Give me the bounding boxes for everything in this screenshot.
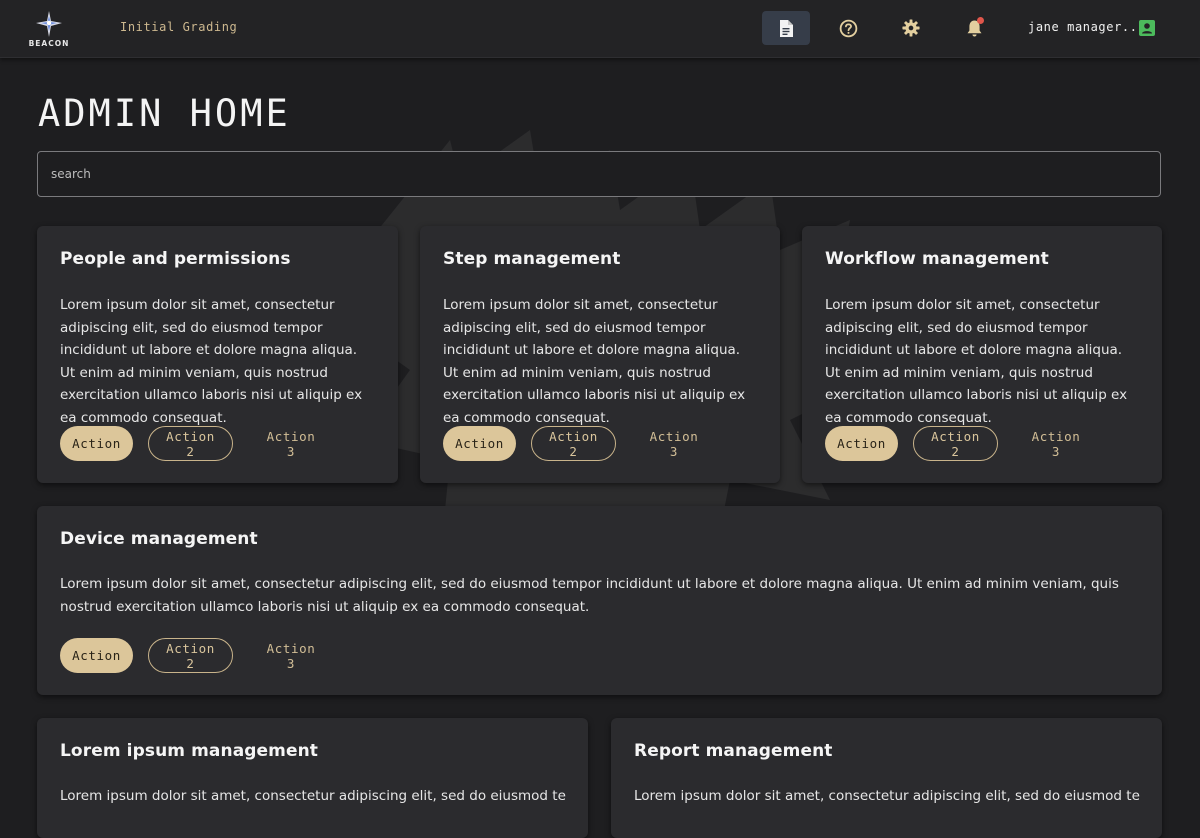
action-button[interactable]: Action <box>60 426 133 461</box>
card-actions: Action Action 2 Action 3 <box>825 426 1099 461</box>
card-title: People and permissions <box>60 249 291 269</box>
action-3-button[interactable]: Action 3 <box>1013 426 1099 461</box>
card-title: Report management <box>634 741 833 761</box>
card-description: Lorem ipsum dolor sit amet, consectetur … <box>443 297 746 426</box>
action-button[interactable]: Action <box>825 426 898 461</box>
card-actions: Action Action 2 Action 3 <box>443 426 717 461</box>
action-button[interactable]: Action <box>60 638 133 673</box>
help-button[interactable] <box>824 11 872 45</box>
settings-icon <box>902 19 920 37</box>
document-icon <box>780 19 793 37</box>
page-title: ADMIN HOME <box>38 92 291 135</box>
settings-button[interactable] <box>887 11 935 45</box>
card-actions: Action Action 2 Action 3 <box>60 638 334 673</box>
card-workflow-management: Workflow management Lorem ipsum dolor si… <box>802 226 1162 483</box>
card-description: Lorem ipsum dolor sit amet, consectetur … <box>60 788 566 804</box>
card-lorem-ipsum-management: Lorem ipsum management Lorem ipsum dolor… <box>37 718 588 838</box>
beacon-logo[interactable]: BEACON <box>28 10 70 50</box>
action-2-button[interactable]: Action 2 <box>913 426 998 461</box>
notification-dot <box>977 17 984 24</box>
action-3-button[interactable]: Action 3 <box>631 426 717 461</box>
action-button[interactable]: Action <box>443 426 516 461</box>
app-subtitle: Initial Grading <box>120 20 238 34</box>
card-actions: Action Action 2 Action 3 <box>60 426 334 461</box>
card-step-management: Step management Lorem ipsum dolor sit am… <box>420 226 780 483</box>
card-report-management: Report management Lorem ipsum dolor sit … <box>611 718 1162 838</box>
card-title: Workflow management <box>825 249 1049 269</box>
card-people-and-permissions: People and permissions Lorem ipsum dolor… <box>37 226 398 483</box>
action-3-button[interactable]: Action 3 <box>248 638 334 673</box>
card-title: Step management <box>443 249 621 269</box>
beacon-star-icon <box>36 11 62 37</box>
user-name[interactable]: jane manager... <box>1028 20 1145 34</box>
brand-name: BEACON <box>28 39 70 48</box>
card-device-management: Device management Lorem ipsum dolor sit … <box>37 506 1162 695</box>
card-title: Device management <box>60 529 258 549</box>
search-input[interactable] <box>37 151 1161 197</box>
top-navigation-bar: BEACON Initial Grading jane manager... <box>0 0 1200 58</box>
card-description: Lorem ipsum dolor sit amet, consectetur … <box>825 297 1128 426</box>
card-description: Lorem ipsum dolor sit amet, consectetur … <box>60 576 1119 615</box>
action-3-button[interactable]: Action 3 <box>248 426 334 461</box>
documents-button[interactable] <box>762 11 810 45</box>
card-title: Lorem ipsum management <box>60 741 319 761</box>
user-account-icon[interactable] <box>1139 20 1155 36</box>
action-2-button[interactable]: Action 2 <box>148 426 233 461</box>
action-2-button[interactable]: Action 2 <box>148 638 233 673</box>
notifications-button[interactable] <box>950 11 998 45</box>
help-icon <box>839 19 857 37</box>
card-description: Lorem ipsum dolor sit amet, consectetur … <box>60 297 363 426</box>
card-description: Lorem ipsum dolor sit amet, consectetur … <box>634 788 1140 804</box>
action-2-button[interactable]: Action 2 <box>531 426 616 461</box>
